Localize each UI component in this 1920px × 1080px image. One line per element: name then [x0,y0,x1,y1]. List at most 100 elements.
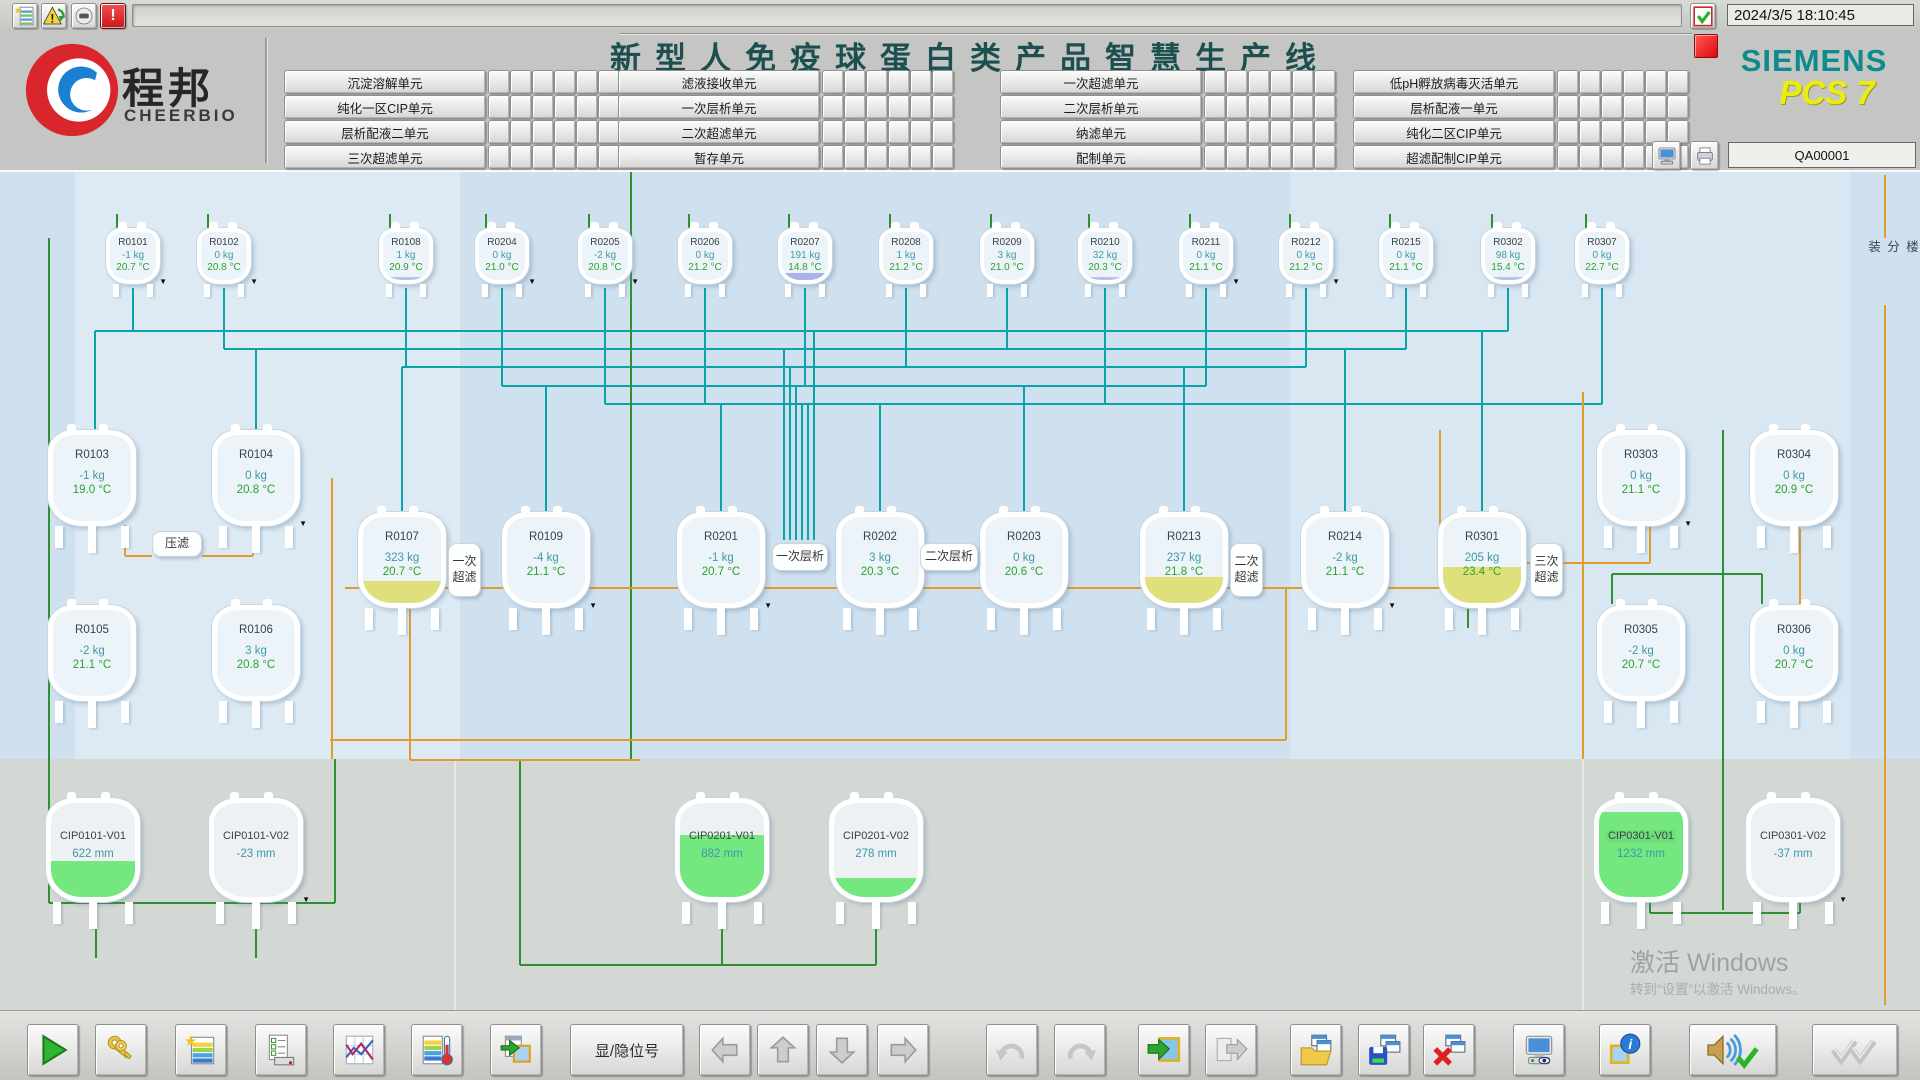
server-monitor-button[interactable] [1652,141,1681,170]
nav-step-button[interactable] [1623,145,1645,169]
nav-step-button[interactable] [866,145,888,169]
nav-step-button[interactable] [1557,145,1579,169]
nav-unit-一次层析单元[interactable]: 一次层析单元 [618,95,820,119]
nav-step-button[interactable] [510,120,532,144]
tank-CIP0301-V01[interactable]: CIP0301-V011232 mm [1594,798,1688,902]
nav-up-button[interactable] [757,1024,809,1076]
nav-step-button[interactable] [1314,70,1336,94]
nav-step-button[interactable] [888,70,910,94]
nav-step-button[interactable] [510,145,532,169]
nav-step-button[interactable] [554,70,576,94]
nav-step-button[interactable] [488,145,510,169]
print-button[interactable] [1690,141,1719,170]
tank-R0201[interactable]: R0201-1 kg20.7 °C▼ [677,512,765,608]
nav-step-button[interactable] [932,120,954,144]
nav-right-button[interactable] [877,1024,929,1076]
nav-step-button[interactable] [844,70,866,94]
login-key-button[interactable] [95,1024,147,1076]
nav-step-button[interactable] [866,95,888,119]
nav-step-button[interactable] [1226,145,1248,169]
tank-R0307[interactable]: R03070 kg22.7 °C [1575,228,1629,284]
nav-step-button[interactable] [1204,70,1226,94]
nav-step-button[interactable] [598,95,620,119]
tank-R0206[interactable]: R02060 kg21.2 °C [678,228,732,284]
nav-step-button[interactable] [1601,145,1623,169]
screen-exit-button[interactable] [1205,1024,1257,1076]
nav-step-button[interactable] [576,145,598,169]
temperature-table-button[interactable] [411,1024,463,1076]
tank-R0301[interactable]: R0301205 kg23.4 °C [1438,512,1526,608]
tank-R0108[interactable]: R01081 kg20.9 °C [379,228,433,284]
nav-step-button[interactable] [910,70,932,94]
report-list-button[interactable]: ★ [12,3,38,29]
nav-step-button[interactable] [1579,120,1601,144]
nav-step-button[interactable] [866,70,888,94]
tank-R0101[interactable]: R0101-1 kg20.7 °C▼ [106,228,160,284]
nav-step-button[interactable] [1248,120,1270,144]
nav-step-button[interactable] [1314,145,1336,169]
status-led-red[interactable] [1694,34,1718,58]
nav-step-button[interactable] [488,95,510,119]
nav-step-button[interactable] [1292,95,1314,119]
tank-R0212[interactable]: R02120 kg21.2 °C▼ [1279,228,1333,284]
nav-step-button[interactable] [1248,145,1270,169]
nav-step-button[interactable] [1204,95,1226,119]
tank-R0207[interactable]: R0207191 kg14.8 °C [778,228,832,284]
tank-R0205[interactable]: R0205-2 kg20.8 °C▼ [578,228,632,284]
nav-step-button[interactable] [866,120,888,144]
nav-step-button[interactable] [1314,95,1336,119]
nav-step-button[interactable] [554,95,576,119]
nav-step-button[interactable] [1557,70,1579,94]
nav-step-button[interactable] [1292,70,1314,94]
nav-step-button[interactable] [1557,95,1579,119]
nav-step-button[interactable] [488,70,510,94]
nav-step-button[interactable] [576,95,598,119]
tank-R0210[interactable]: R021032 kg20.3 °C [1078,228,1132,284]
nav-step-button[interactable] [554,145,576,169]
nav-step-button[interactable] [510,70,532,94]
tank-CIP0201-V02[interactable]: CIP0201-V02278 mm [829,798,923,902]
nav-unit-暂存单元[interactable]: 暂存单元 [618,145,820,169]
tank-R0306[interactable]: R03060 kg20.7 °C [1750,605,1838,701]
ack-all-button[interactable] [1812,1024,1898,1076]
nav-step-button[interactable] [1557,120,1579,144]
nav-unit-超滤配制CIP单元[interactable]: 超滤配制CIP单元 [1353,145,1555,169]
nav-step-button[interactable] [1226,70,1248,94]
nav-step-button[interactable] [844,120,866,144]
station-name-field[interactable]: QA00001 [1728,142,1916,168]
screen-copy-button[interactable] [490,1024,542,1076]
tank-CIP0101-V01[interactable]: CIP0101-V01622 mm [46,798,140,902]
new-report-button[interactable]: ★ [175,1024,227,1076]
nav-step-button[interactable] [1292,120,1314,144]
nav-step-button[interactable] [1579,70,1601,94]
nav-step-button[interactable] [598,70,620,94]
tank-R0109[interactable]: R0109-4 kg21.1 °C▼ [502,512,590,608]
nav-step-button[interactable] [1623,120,1645,144]
nav-step-button[interactable] [1667,95,1689,119]
nav-step-button[interactable] [1601,70,1623,94]
tank-CIP0301-V02[interactable]: CIP0301-V02-37 mm▼ [1746,798,1840,902]
nav-step-button[interactable] [1601,95,1623,119]
nav-step-button[interactable] [910,145,932,169]
tank-R0102[interactable]: R01020 kg20.8 °C▼ [197,228,251,284]
nav-step-button[interactable] [1645,95,1667,119]
nav-step-button[interactable] [932,95,954,119]
nav-step-button[interactable] [1623,95,1645,119]
nav-step-button[interactable] [1270,145,1292,169]
nav-step-button[interactable] [1645,70,1667,94]
nav-unit-滤液接收单元[interactable]: 滤液接收单元 [618,70,820,94]
nav-step-button[interactable] [532,70,554,94]
nav-step-button[interactable] [1314,120,1336,144]
trend-chart-button[interactable] [333,1024,385,1076]
tank-R0213[interactable]: R0213237 kg21.8 °C [1140,512,1228,608]
nav-step-button[interactable] [1204,145,1226,169]
tank-R0303[interactable]: R03030 kg21.1 °C▼ [1597,430,1685,526]
nav-step-button[interactable] [888,145,910,169]
nav-step-button[interactable] [532,145,554,169]
nav-step-button[interactable] [1204,120,1226,144]
tank-R0305[interactable]: R0305-2 kg20.7 °C [1597,605,1685,701]
tank-R0202[interactable]: R02023 kg20.3 °C [836,512,924,608]
nav-step-button[interactable] [844,145,866,169]
tank-R0209[interactable]: R02093 kg21.0 °C [980,228,1034,284]
nav-unit-二次层析单元[interactable]: 二次层析单元 [1000,95,1202,119]
